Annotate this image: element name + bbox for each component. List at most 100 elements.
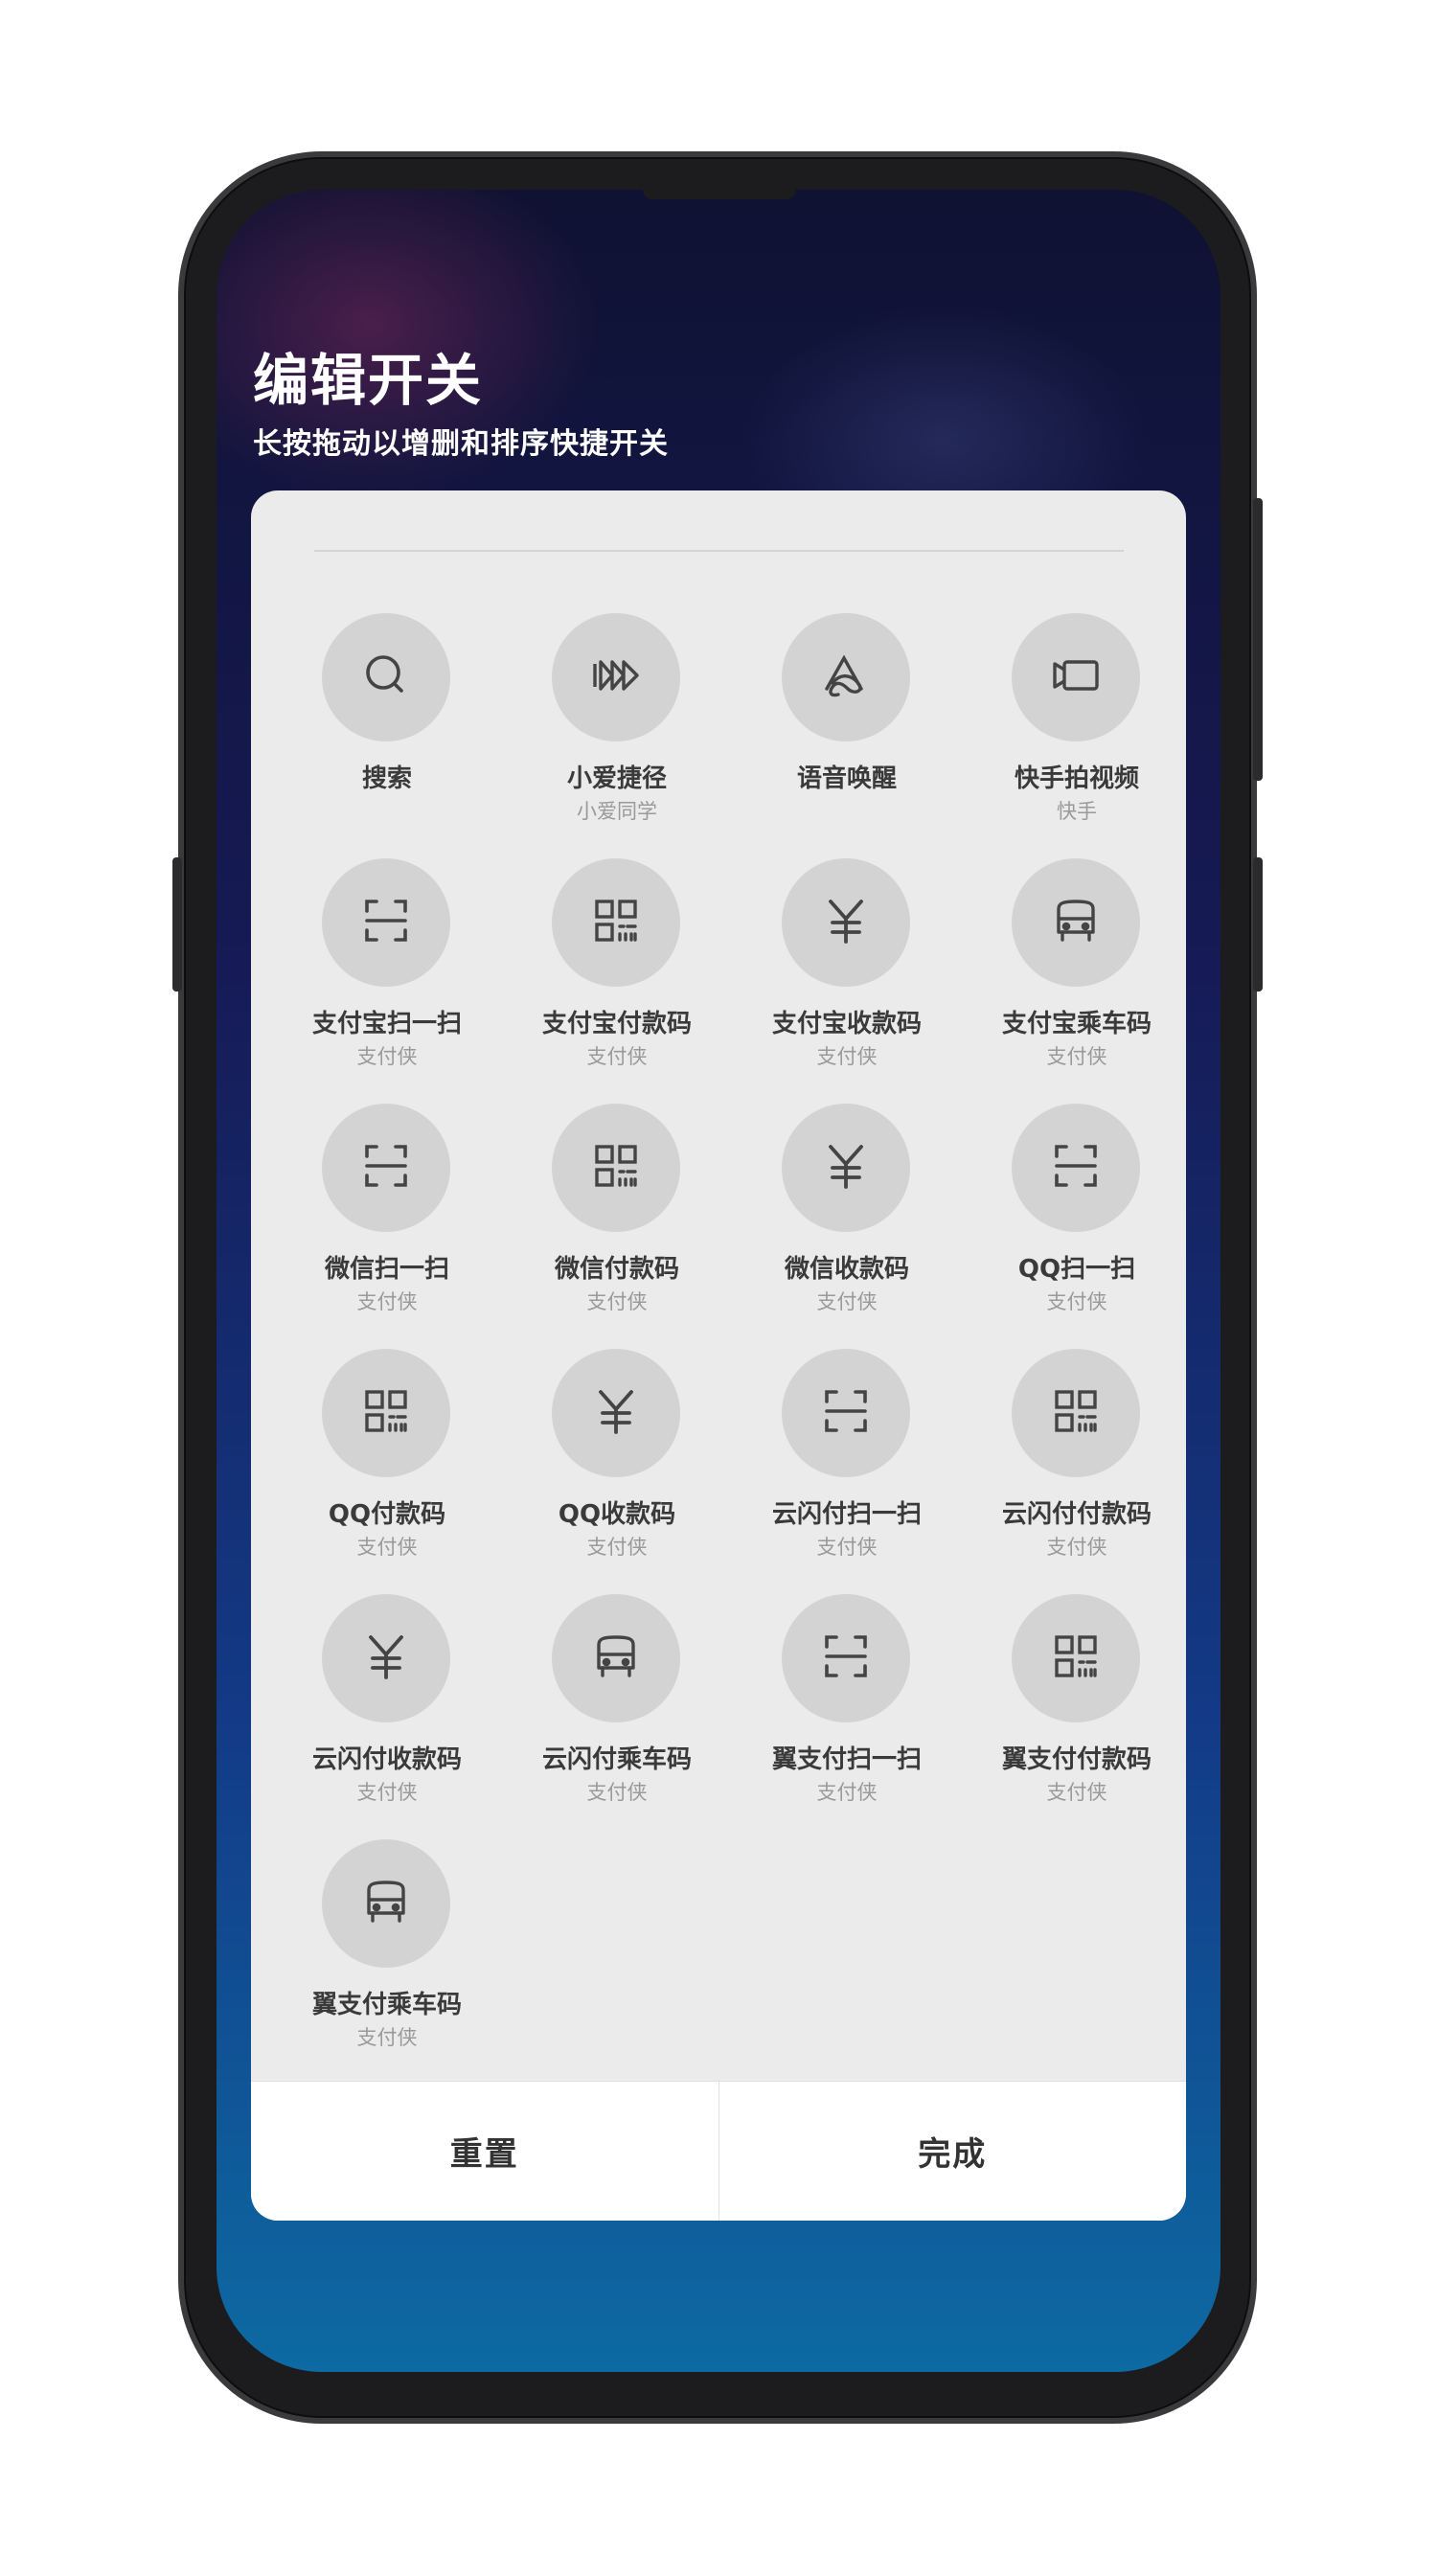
toggle-source-label: 支付侠 [356, 1536, 418, 1559]
toggle-tile[interactable]: 翼支付扫一扫 支付侠 [732, 1594, 962, 1839]
toggle-source-label: 支付侠 [586, 1045, 648, 1068]
toggle-tile[interactable]: 语音唤醒 [732, 613, 962, 858]
toggle-icon-circle[interactable] [1012, 1349, 1140, 1477]
toggle-icon-circle[interactable] [1012, 613, 1140, 741]
toggle-source-label: 支付侠 [816, 1781, 878, 1804]
toggle-tile[interactable]: 翼支付乘车码 支付侠 [272, 1839, 502, 2085]
toggle-label: 支付宝收款码 [771, 1010, 922, 1038]
toggle-tile[interactable]: 支付宝收款码 支付侠 [732, 858, 962, 1104]
toggle-source-label: 支付侠 [356, 1290, 418, 1313]
toggle-tile[interactable]: 支付宝扫一扫 支付侠 [272, 858, 502, 1104]
toggle-icon-circle[interactable] [322, 1349, 450, 1477]
toggle-source-label: 快手 [1057, 800, 1097, 823]
toggle-source-label: 支付侠 [586, 1536, 648, 1559]
toggle-source-label: 支付侠 [356, 1781, 418, 1804]
toggle-source-label: 小爱同学 [577, 800, 657, 823]
toggle-icon-circle[interactable] [1012, 858, 1140, 987]
toggle-source-label: 支付侠 [1046, 1781, 1107, 1804]
toggle-icon-circle[interactable] [782, 613, 910, 741]
scan-icon [817, 1382, 875, 1444]
toggle-source-label: 支付侠 [816, 1290, 878, 1313]
yuan-icon [587, 1382, 645, 1444]
toggle-icon-circle[interactable] [322, 1104, 450, 1232]
toggle-source-label: 支付侠 [816, 1536, 878, 1559]
notch [643, 190, 796, 199]
toggle-label: 搜索 [361, 764, 412, 793]
bus-icon [1047, 892, 1105, 953]
toggle-label: 云闪付付款码 [1001, 1500, 1152, 1529]
toggle-tile[interactable]: 微信付款码 支付侠 [502, 1104, 732, 1349]
done-button[interactable]: 完成 [719, 2082, 1187, 2221]
toggle-label: 支付宝付款码 [541, 1010, 692, 1038]
toggle-panel: 搜索 小爱捷径 小爱同学 语音唤醒 快手拍视频 快手 支付宝扫一扫 支付侠 支付宝付款码 支付侠支… [251, 490, 1186, 2221]
bus-icon [587, 1628, 645, 1689]
toggle-source-label: 支付侠 [1046, 1536, 1107, 1559]
toggle-tile[interactable]: 快手拍视频 快手 [962, 613, 1186, 858]
toggle-tile[interactable]: 微信扫一扫 支付侠 [272, 1104, 502, 1349]
yuan-icon [357, 1628, 415, 1689]
qr-code-icon [1047, 1628, 1105, 1689]
toggle-label: 云闪付收款码 [311, 1745, 462, 1774]
toggle-source-label: 支付侠 [356, 2026, 418, 2049]
toggle-icon-circle[interactable] [552, 858, 680, 987]
toggle-icon-circle[interactable] [782, 1349, 910, 1477]
scan-icon [357, 892, 415, 953]
toggle-tile[interactable]: 翼支付付款码 支付侠 [962, 1594, 1186, 1839]
toggle-icon-circle[interactable] [1012, 1104, 1140, 1232]
toggle-tile[interactable]: QQ扫一扫 支付侠 [962, 1104, 1186, 1349]
toggle-icon-circle[interactable] [552, 1104, 680, 1232]
toggle-icon-circle[interactable] [552, 613, 680, 741]
toggle-label: 微信付款码 [554, 1255, 679, 1284]
voice-wake-icon [817, 647, 875, 708]
toggle-icon-circle[interactable] [782, 858, 910, 987]
phone-screen: 编辑开关 长按拖动以增删和排序快捷开关 搜索 小爱捷径 小爱同学 语音唤醒 快手拍视频快… [217, 190, 1220, 2372]
toggle-icon-circle[interactable] [782, 1594, 910, 1722]
bus-icon [357, 1873, 415, 1934]
toggle-label: 翼支付付款码 [1001, 1745, 1152, 1774]
toggle-source-label: 支付侠 [1046, 1290, 1107, 1313]
toggle-source-label: 支付侠 [816, 1045, 878, 1068]
scan-icon [1047, 1137, 1105, 1198]
qr-code-icon [587, 892, 645, 953]
toggle-tile[interactable]: 云闪付乘车码 支付侠 [502, 1594, 732, 1839]
toggle-tile[interactable]: 微信收款码 支付侠 [732, 1104, 962, 1349]
toggle-source-label: 支付侠 [356, 1045, 418, 1068]
toggle-tile[interactable]: 搜索 [272, 613, 502, 858]
toggle-label: 支付宝乘车码 [1001, 1010, 1152, 1038]
toggle-icon-circle[interactable] [322, 858, 450, 987]
fast-forward-icon [587, 647, 645, 708]
toggle-icon-circle[interactable] [322, 1839, 450, 1968]
toggle-label: QQ收款码 [558, 1500, 676, 1529]
qr-code-icon [357, 1382, 415, 1444]
toggle-tile[interactable]: 支付宝付款码 支付侠 [502, 858, 732, 1104]
toggle-tile[interactable]: QQ收款码支付侠 [502, 1349, 732, 1594]
reset-button[interactable]: 重置 [251, 2082, 718, 2221]
toggle-tile[interactable]: 云闪付收款码 支付侠 [272, 1594, 502, 1839]
drag-divider [314, 550, 1124, 552]
qr-code-icon [1047, 1382, 1105, 1444]
toggle-label: 微信扫一扫 [324, 1255, 449, 1284]
volume-button [172, 857, 182, 992]
scan-icon [817, 1628, 875, 1689]
toggle-icon-circle[interactable] [322, 613, 450, 741]
toggle-icon-circle[interactable] [552, 1594, 680, 1722]
side-button [1253, 857, 1263, 992]
toggle-label: 翼支付乘车码 [311, 1991, 462, 2019]
toggle-tile[interactable]: 云闪付扫一扫 支付侠 [732, 1349, 962, 1594]
toggle-label: 小爱捷径 [566, 764, 667, 793]
yuan-icon [817, 1137, 875, 1198]
power-button [1253, 498, 1263, 781]
toggle-icon-circle[interactable] [1012, 1594, 1140, 1722]
qr-code-icon [587, 1137, 645, 1198]
search-icon [357, 647, 415, 708]
toggle-tile[interactable]: 云闪付付款码 支付侠 [962, 1349, 1186, 1594]
toggle-tile[interactable]: 支付宝乘车码 支付侠 [962, 858, 1186, 1104]
yuan-icon [817, 892, 875, 953]
toggle-icon-circle[interactable] [782, 1104, 910, 1232]
toggle-icon-circle[interactable] [322, 1594, 450, 1722]
toggle-tile[interactable]: QQ付款码 支付侠 [272, 1349, 502, 1594]
toggle-label: 快手拍视频 [1014, 764, 1139, 793]
toggle-tile[interactable]: 小爱捷径 小爱同学 [502, 613, 732, 858]
toggle-label: 云闪付扫一扫 [771, 1500, 922, 1529]
toggle-icon-circle[interactable] [552, 1349, 680, 1477]
